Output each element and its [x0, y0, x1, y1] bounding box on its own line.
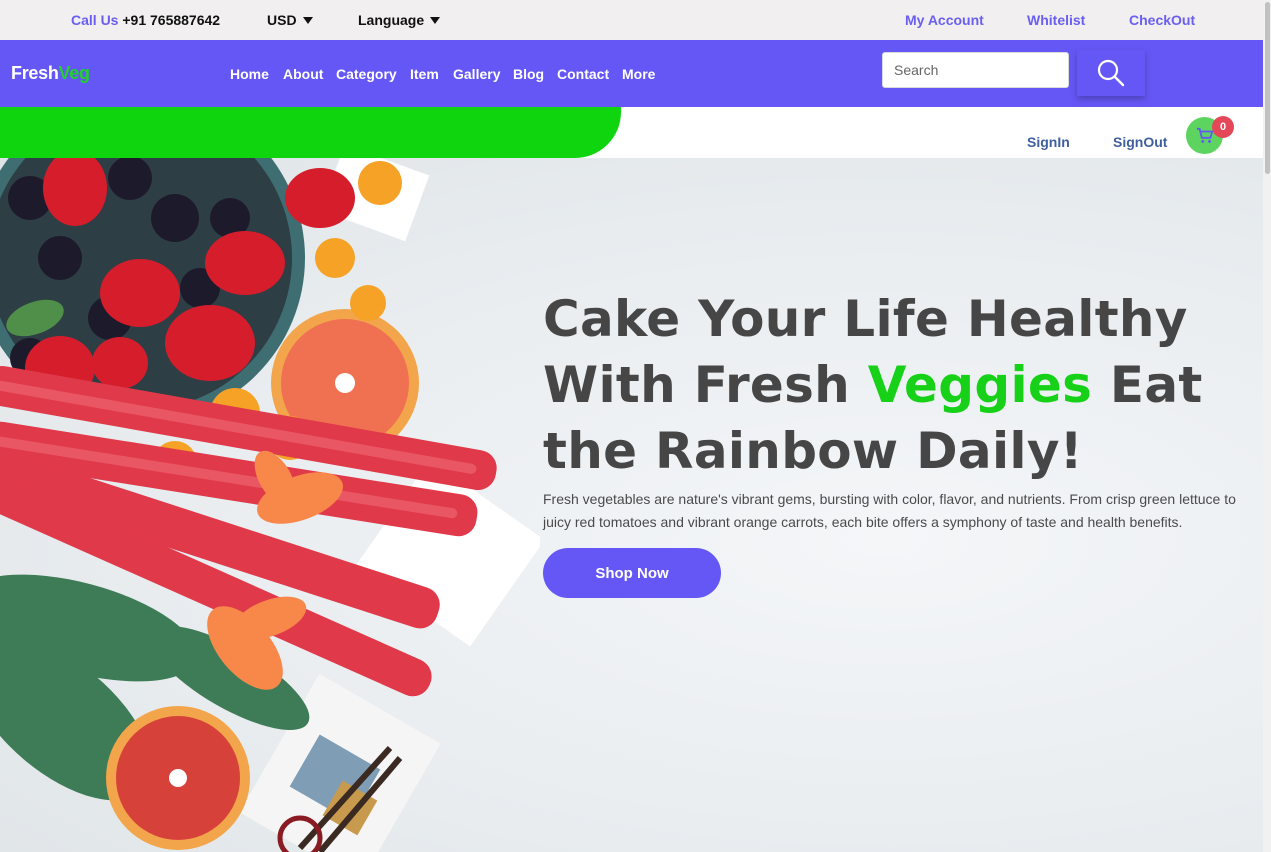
- fruits-vegetables-image: [0, 158, 540, 852]
- signin-link[interactable]: SignIn: [1027, 134, 1070, 150]
- brand-logo-part1: Fresh: [11, 63, 59, 83]
- call-us-label: Call Us: [71, 12, 119, 28]
- whitelist-link[interactable]: Whitelist: [1027, 12, 1085, 28]
- shop-now-button[interactable]: Shop Now: [543, 548, 721, 598]
- nav-contact[interactable]: Contact: [557, 66, 609, 82]
- headline-highlight: Veggies: [867, 356, 1093, 414]
- top-bar: Call Us +91 765887642 USD Language My Ac…: [0, 0, 1263, 40]
- currency-dropdown[interactable]: USD: [267, 12, 313, 28]
- brand-logo-part2: Veg: [58, 63, 90, 83]
- hero-headline: Cake Your Life Healthy With Fresh Veggie…: [543, 286, 1253, 484]
- scrollbar-thumb[interactable]: [1265, 2, 1270, 174]
- nav-blog[interactable]: Blog: [513, 66, 544, 82]
- cart-count-badge: 0: [1212, 116, 1234, 138]
- search-input[interactable]: [882, 52, 1069, 88]
- brand-logo[interactable]: FreshVeg: [11, 63, 90, 84]
- nav-home[interactable]: Home: [230, 66, 269, 82]
- main-navbar: FreshVeg Home About Category Item Galler…: [0, 40, 1263, 107]
- signout-link[interactable]: SignOut: [1113, 134, 1167, 150]
- nav-item[interactable]: Item: [410, 66, 439, 82]
- hero-description: Fresh vegetables are nature's vibrant ge…: [543, 491, 1236, 530]
- caret-down-icon: [302, 16, 313, 24]
- call-us: Call Us +91 765887642: [71, 12, 220, 28]
- green-accent-band: [0, 107, 621, 158]
- nav-more[interactable]: More: [622, 66, 655, 82]
- checkout-link[interactable]: CheckOut: [1129, 12, 1195, 28]
- search-button[interactable]: [1077, 50, 1145, 96]
- nav-category[interactable]: Category: [336, 66, 397, 82]
- nav-about[interactable]: About: [283, 66, 323, 82]
- language-value: Language: [358, 12, 425, 28]
- caret-down-icon: [430, 16, 441, 24]
- phone-number[interactable]: +91 765887642: [122, 12, 220, 28]
- hero-section: Cake Your Life Healthy With Fresh Veggie…: [0, 158, 1263, 852]
- cart-icon: [1196, 127, 1213, 143]
- currency-value: USD: [267, 12, 297, 28]
- language-dropdown[interactable]: Language: [358, 12, 441, 28]
- nav-gallery[interactable]: Gallery: [453, 66, 500, 82]
- search-icon: [1097, 59, 1125, 87]
- my-account-link[interactable]: My Account: [905, 12, 984, 28]
